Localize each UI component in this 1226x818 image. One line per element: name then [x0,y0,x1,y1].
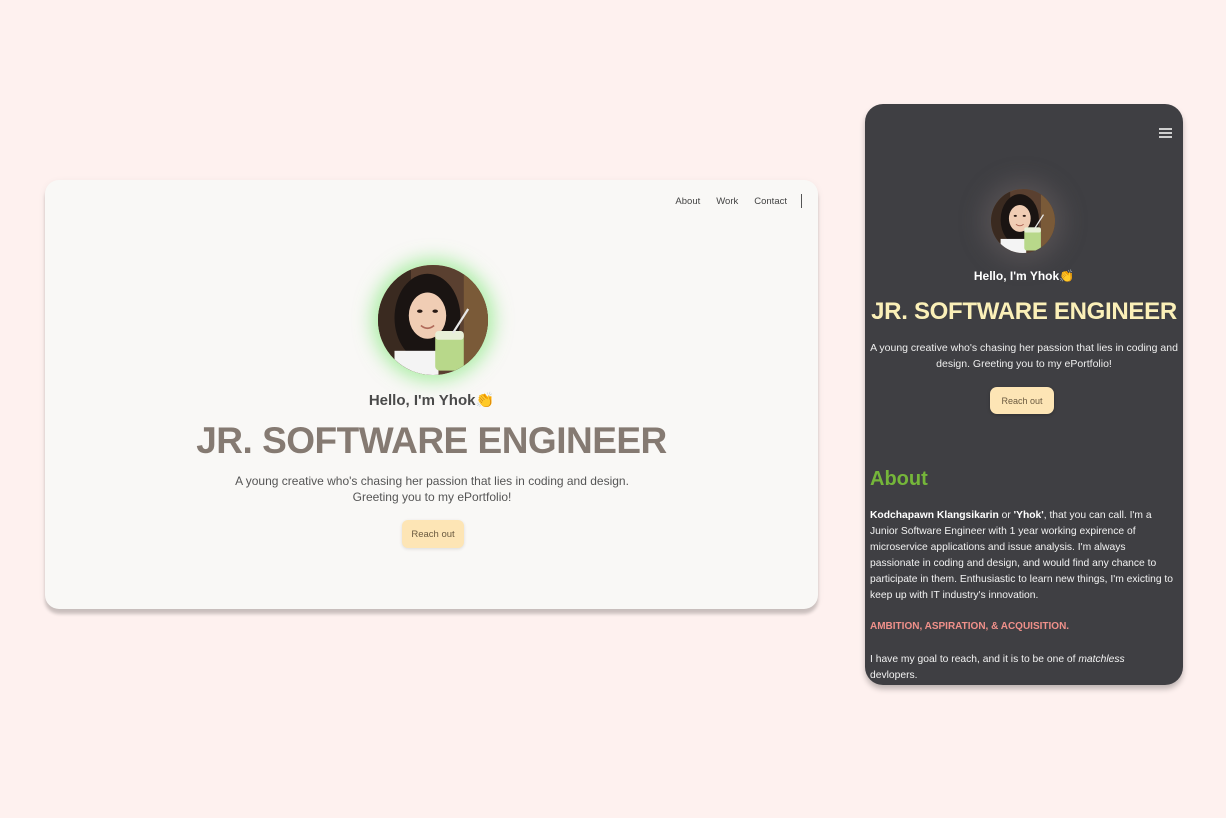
nav-link-contact[interactable]: Contact [754,196,787,207]
hero-description-line2: Greeting you to my ePortfolio! [352,490,512,504]
hero-description-line1: A young creative who's chasing her passi… [235,474,629,488]
desktop-nav: About Work Contact [659,194,802,208]
hero-title: JR. SOFTWARE ENGINEER [196,420,667,461]
hamburger-menu-icon[interactable] [1159,128,1172,138]
hero-greeting: Hello, I'm Yhok👏 [973,269,1075,283]
about-body: , that you can call. I'm a Junior Softwa… [870,510,1174,601]
desktop-preview: About Work Contact Hello, I'm Yhok👏 JR. [45,180,818,609]
goal-emphasis: matchless [1078,654,1125,665]
reach-out-button[interactable]: Reach out [990,387,1054,414]
hero-title: JR. SOFTWARE ENGINEER [871,298,1177,325]
hero-description: A young creative who's chasing her passi… [870,342,1178,370]
profile-avatar [991,189,1055,253]
reach-out-button[interactable]: Reach out [402,520,464,548]
nav-link-work[interactable]: Work [716,196,738,207]
about-paragraph: Kodchapawn Klangsikarin or 'Yhok', that … [870,508,1175,604]
mobile-preview: Hello, I'm Yhok👏 JR. SOFTWARE ENGINEER A… [865,104,1183,685]
ambition-subheading: AMBITION, ASPIRATION, & ACQUISITION. [870,621,1070,632]
nav-link-about[interactable]: About [675,196,700,207]
about-or: or [998,510,1014,521]
goal-suffix: devlopers. [870,670,918,681]
nav-divider [801,194,802,208]
goal-prefix: I have my goal to reach, and it is to be… [870,654,1079,665]
profile-avatar [378,265,488,375]
about-name: Kodchapawn Klangsikarin [870,510,999,521]
hero-description: A young creative who's chasing her passi… [231,473,633,505]
goal-paragraph: I have my goal to reach, and it is to be… [870,652,1175,684]
about-nickname: 'Yhok' [1013,510,1044,521]
profile-photo [378,265,488,375]
hero-greeting: Hello, I'm Yhok👏 [368,392,495,409]
profile-photo [991,189,1055,253]
about-heading: About [870,468,928,490]
